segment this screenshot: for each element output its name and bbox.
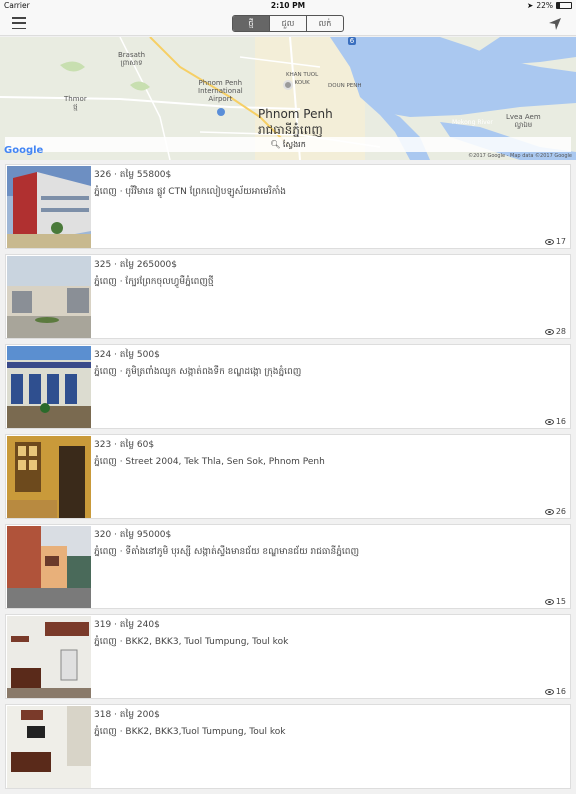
view-count: 16 — [544, 417, 566, 426]
list-item[interactable]: 325 · តម្លៃ 265000$ ភ្នំពេញ · ក្បែរព្រែក… — [5, 254, 571, 339]
listing-header: 318 · តម្លៃ 200$ — [94, 710, 160, 720]
google-logo: Google — [4, 145, 44, 156]
navigate-arrow-icon[interactable] — [548, 17, 562, 31]
map-label-thmor: Thmor ថ្ម — [64, 95, 87, 111]
category-segmented-control: ថ្មី ជួល លក់ — [232, 15, 344, 32]
map-label-mekong: Mekong River — [452, 119, 493, 126]
view-count: 26 — [544, 507, 566, 516]
view-count-value: 17 — [555, 237, 566, 246]
listing-header: 326 · តម្លៃ 55800$ — [94, 170, 172, 180]
listing-header: 319 · តម្លៃ 240$ — [94, 620, 160, 630]
view-count-value: 28 — [555, 327, 566, 336]
map-label-lvea-aem: Lvea Aem ល្វាឯម — [506, 113, 541, 129]
view-count-value: 16 — [555, 687, 566, 696]
list-item[interactable]: 326 · តម្លៃ 55800$ ភ្នំពេញ · បុរីវិមានេ … — [5, 164, 571, 249]
listing-list: 326 · តម្លៃ 55800$ ភ្នំពេញ · បុរីវិមានេ … — [5, 164, 571, 794]
map-label-doun-penh: DOUN PENH — [328, 83, 362, 89]
road-shield: 6 — [348, 37, 356, 45]
eye-icon — [544, 418, 554, 425]
view-count-value: 15 — [555, 597, 566, 606]
hamburger-menu-icon[interactable] — [12, 17, 26, 29]
map-label-brasath: Brasath ព្រាសាទ — [118, 51, 146, 67]
battery-icon — [556, 2, 572, 9]
eye-icon — [544, 238, 554, 245]
view-count: 28 — [544, 327, 566, 336]
listing-header: 323 · តម្លៃ 60$ — [94, 440, 155, 450]
listing-photo — [7, 436, 91, 518]
tab-rent[interactable]: ជួល — [269, 16, 306, 31]
map-pin-icon — [283, 80, 293, 90]
listing-photo — [7, 706, 91, 788]
listing-photo — [7, 346, 91, 428]
list-item[interactable]: 318 · តម្លៃ 200$ ភ្នំពេញ · BKK2, BKK3,Tu… — [5, 704, 571, 789]
listing-location: ភ្នំពេញ · BKK2, BKK3, Tuol Tumpung, Toul… — [94, 637, 289, 647]
listing-location: ភ្នំពេញ · ភូមិត្រពាំងឈូក សង្កាត់ពងទឹក ខណ… — [94, 367, 302, 377]
listing-photo — [7, 166, 91, 248]
map-search-label: ស្វែងរក — [282, 140, 306, 149]
battery-percent: 22% — [536, 1, 553, 10]
listing-location: ភ្នំពេញ · BKK2, BKK3,Tuol Tumpung, Toul … — [94, 727, 286, 737]
eye-icon — [544, 328, 554, 335]
map-search-button[interactable]: 🔍︎ ស្វែងរក — [5, 137, 571, 152]
listing-location: ភ្នំពេញ · បុរីវិមានេ ផ្លូវ CTN ព្រែកលៀបឡ… — [94, 187, 286, 197]
list-item[interactable]: 319 · តម្លៃ 240$ ភ្នំពេញ · BKK2, BKK3, T… — [5, 614, 571, 699]
clock: 2:10 PM — [270, 1, 306, 10]
eye-icon — [544, 508, 554, 515]
view-count-value: 16 — [555, 417, 566, 426]
status-bar: Carrier 2:10 PM ➤ 22% — [0, 0, 576, 12]
listing-header: 324 · តម្លៃ 500$ — [94, 350, 160, 360]
view-count: 16 — [544, 687, 566, 696]
map-label-airport: Phnom Penh International Airport — [198, 79, 243, 103]
list-item[interactable]: 324 · តម្លៃ 500$ ភ្នំពេញ · ភូមិត្រពាំងឈូ… — [5, 344, 571, 429]
listing-photo — [7, 256, 91, 338]
view-count: 15 — [544, 597, 566, 606]
eye-icon — [544, 688, 554, 695]
listing-location: ភ្នំពេញ · ក្បែរព្រែកចុលហ្វូមឺភ្នំពេញថ្មី — [94, 277, 214, 287]
listing-header: 320 · តម្លៃ 95000$ — [94, 530, 172, 540]
map-label-city-km: រាជធានីភ្នំពេញ — [258, 123, 323, 137]
listing-location: ភ្នំពេញ · ទីតាំងនៅភូមិ បុរស្សី សង្កាត់ស្… — [94, 547, 360, 557]
list-item[interactable]: 323 · តម្លៃ 60$ ភ្នំពេញ · Street 2004, T… — [5, 434, 571, 519]
view-count: 17 — [544, 237, 566, 246]
map-label-city-en: Phnom Penh — [258, 107, 333, 121]
listing-location: ភ្នំពេញ · Street 2004, Tek Thla, Sen Sok… — [94, 457, 325, 467]
tab-sale[interactable]: លក់ — [306, 16, 343, 31]
tab-new[interactable]: ថ្មី — [233, 16, 269, 31]
view-count-value: 26 — [555, 507, 566, 516]
listing-header: 325 · តម្លៃ 265000$ — [94, 260, 177, 270]
list-item[interactable]: 320 · តម្លៃ 95000$ ភ្នំពេញ · ទីតាំងនៅភូម… — [5, 524, 571, 609]
airport-icon — [217, 108, 225, 116]
navigation-bar: ថ្មី ជួល លក់ — [0, 12, 576, 36]
eye-icon — [544, 598, 554, 605]
listing-photo — [7, 616, 91, 698]
listing-photo — [7, 526, 91, 608]
map-copyright: ©2017 Google - Map data ©2017 Google — [468, 153, 572, 159]
location-arrow-icon: ➤ — [527, 1, 534, 10]
